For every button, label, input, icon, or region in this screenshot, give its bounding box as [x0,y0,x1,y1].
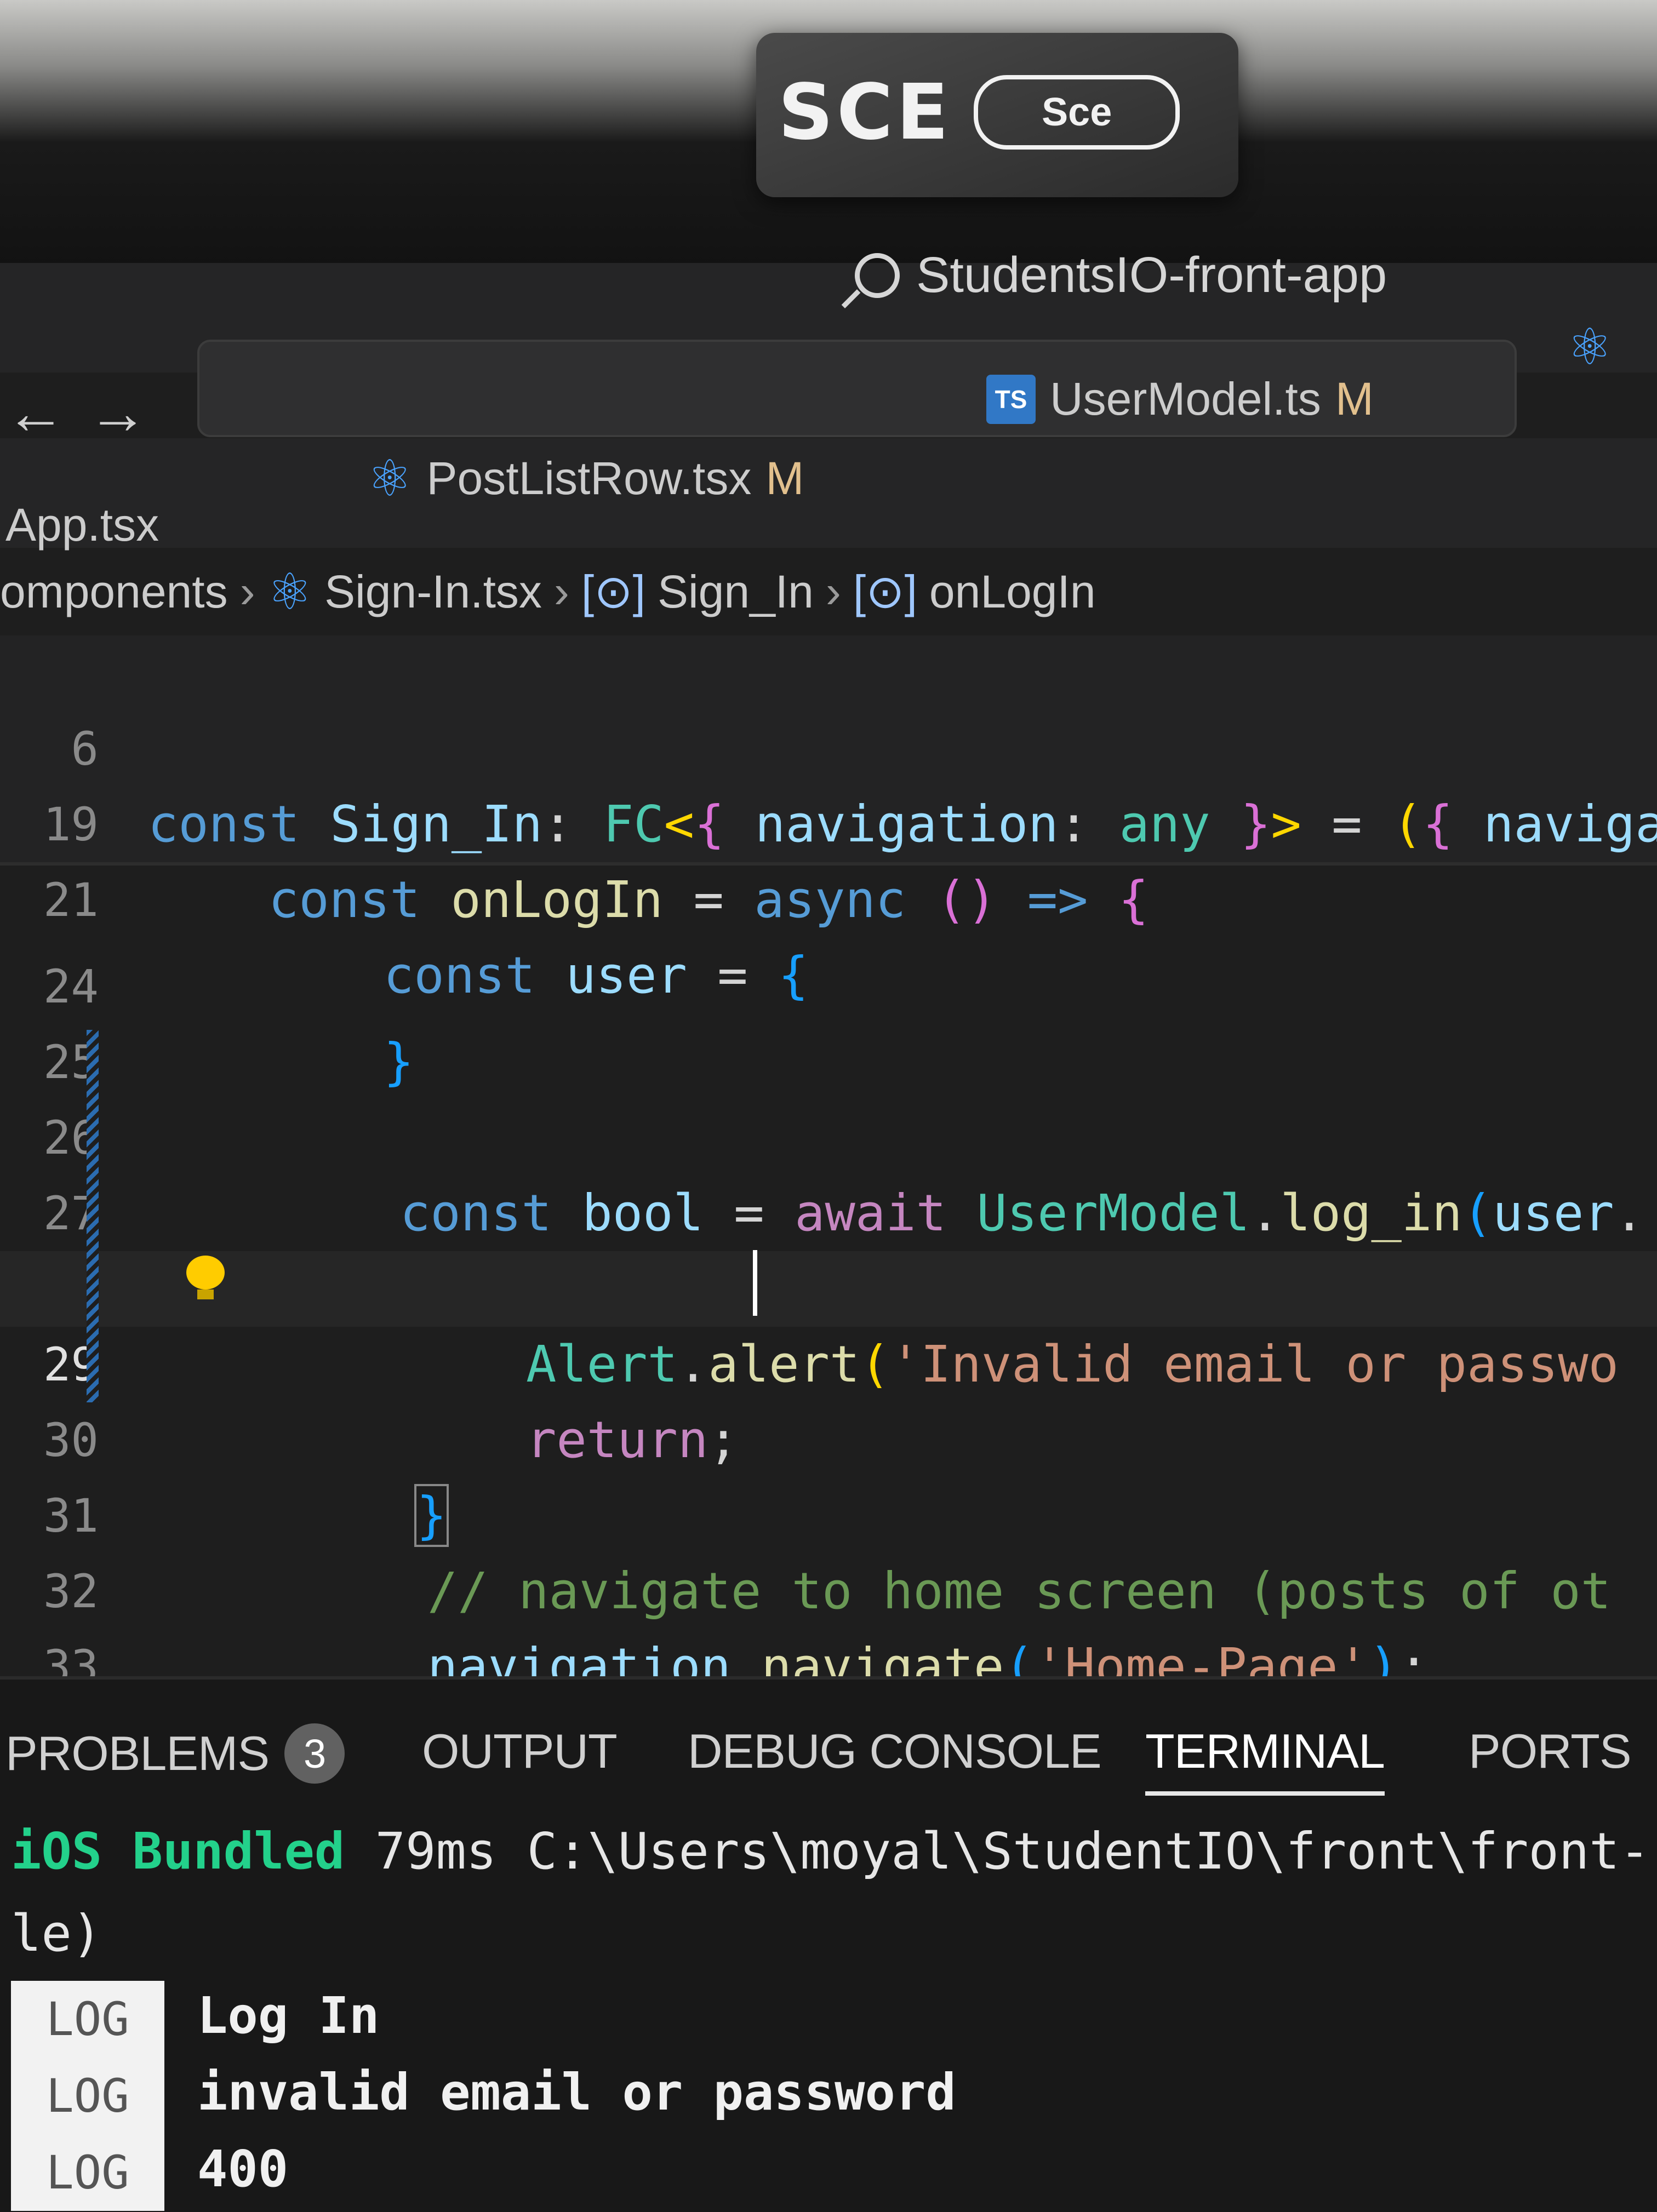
typescript-file-icon: TS [986,374,1036,424]
lightbulb-icon[interactable] [186,1256,225,1299]
command-center-title[interactable]: StudentsIO-front-app [855,247,1387,304]
code-line[interactable]: 33 }; [0,1554,1657,1772]
breadcrumb-symbol-sign-in[interactable]: Sign_In [658,565,814,618]
code-line[interactable]: 25 [0,949,1657,1089]
terminal-line-bundled: iOS Bundled 79ms C:\Users\moyal\StudentI… [11,1822,1650,1881]
chevron-right-icon: › [825,565,841,617]
tab-ports[interactable]: PORTS [1469,1723,1632,1779]
forward-arrow-icon[interactable]: → [88,378,148,448]
tab-problems[interactable]: PROBLEMS 3 [5,1723,345,1784]
modified-indicator: M [1335,373,1374,425]
tab-label: PostListRow.tsx [426,452,752,504]
tab-label: PROBLEMS [5,1726,270,1780]
modified-lines-gutter [87,1030,99,1402]
chevron-right-icon: › [553,565,569,617]
tab-label: OUTPUT [422,1724,618,1778]
tab-app-tsx[interactable]: App.tsx [5,498,159,552]
sce-brand-text: SCE [778,67,952,157]
code-line[interactable]: 30 } [0,1327,1657,1547]
code-line[interactable]: 21 const user = { [0,787,1657,1005]
code-line[interactable]: 32 navigation.navigate('Home-Page'); [0,1478,1657,1696]
react-tab-icon[interactable]: ⚛ [1567,318,1612,376]
code-line[interactable]: 28 Alert.alert('Invalid email or passwo [0,1176,1657,1394]
code-line[interactable]: 19 const onLogIn = async () => { [0,711,1657,929]
code-line-current[interactable]: 29 return; [0,1251,1657,1469]
variable-symbol-icon: [⊙] [581,566,645,617]
code-line[interactable]: 27 if (!bool){ [0,1100,1657,1320]
tab-label: PORTS [1469,1724,1632,1778]
variable-symbol-icon: [⊙] [853,566,917,617]
breadcrumb-folder[interactable]: omponents [0,565,228,618]
modified-indicator: M [765,452,804,504]
editor-tab-bar: App.tsx ⚛ PostListRow.tsx M TS UserModel… [0,319,1657,551]
back-arrow-icon[interactable]: ← [5,378,66,448]
tab-label: DEBUG CONSOLE [688,1724,1102,1778]
code-editor[interactable]: 6 const Sign_In: FC<{ navigation: any }>… [0,635,1657,1772]
log-message: invalid email or password [197,2063,956,2122]
log-message: 400 [197,2140,289,2198]
code-line[interactable]: 6 const Sign_In: FC<{ navigation: any }>… [0,635,1657,853]
react-file-icon: ⚛ [267,564,313,620]
terminal-output[interactable]: iOS Bundled 79ms C:\Users\moyal\StudentI… [0,1822,1657,2212]
sce-seal: Sce [974,75,1180,150]
tab-debug-console[interactable]: DEBUG CONSOLE [688,1723,1102,1779]
workspace-name: StudentsIO-front-app [916,247,1387,303]
text-cursor [753,1250,757,1316]
search-icon [855,253,900,298]
bundled-path: 79ms C:\Users\moyal\StudentIO\front\fron… [345,1822,1650,1881]
sce-logo: SCE Sce [778,68,1216,157]
breadcrumb-file[interactable]: Sign-In.tsx [324,565,542,618]
sce-sticker: SCE Sce [756,33,1238,197]
react-file-icon: ⚛ [367,451,413,507]
code-line[interactable]: 26 const bool = await UserModel.log_in(u… [0,1024,1657,1242]
tab-label: UserModel.ts [1050,373,1321,425]
log-tag: LOG [11,2134,164,2211]
tab-postlistrow-tsx[interactable]: ⚛ PostListRow.tsx M [367,449,804,508]
terminal-line-wrap: le) [11,1904,102,1963]
log-tag: LOG [11,2058,164,2134]
log-message: Log In [197,1986,380,2045]
bottom-panel: PROBLEMS 3 OUTPUT DEBUG CONSOLE TERMINAL… [0,1676,1657,2212]
log-tag: LOG [11,1981,164,2058]
tab-output[interactable]: OUTPUT [422,1723,618,1779]
tab-usermodel-ts[interactable]: TS UserModel.ts M [986,373,1374,426]
problems-count-badge: 3 [284,1723,345,1784]
breadcrumb: omponents › ⚛ Sign-In.tsx › [⊙] Sign_In … [0,553,1657,630]
bundled-status: iOS Bundled [11,1822,345,1881]
tab-label: App.tsx [5,499,159,551]
code-line[interactable]: 24 } [0,873,1657,1091]
panel-tab-bar: PROBLEMS 3 OUTPUT DEBUG CONSOLE TERMINAL… [0,1680,1657,1796]
code-line[interactable]: 31 // navigate to home screen (posts of … [0,1402,1657,1620]
breadcrumb-symbol-onlogin[interactable]: onLogIn [929,565,1096,618]
chevron-right-icon: › [239,565,255,617]
tab-terminal[interactable]: TERMINAL [1145,1723,1385,1796]
tab-label: TERMINAL [1145,1724,1385,1778]
